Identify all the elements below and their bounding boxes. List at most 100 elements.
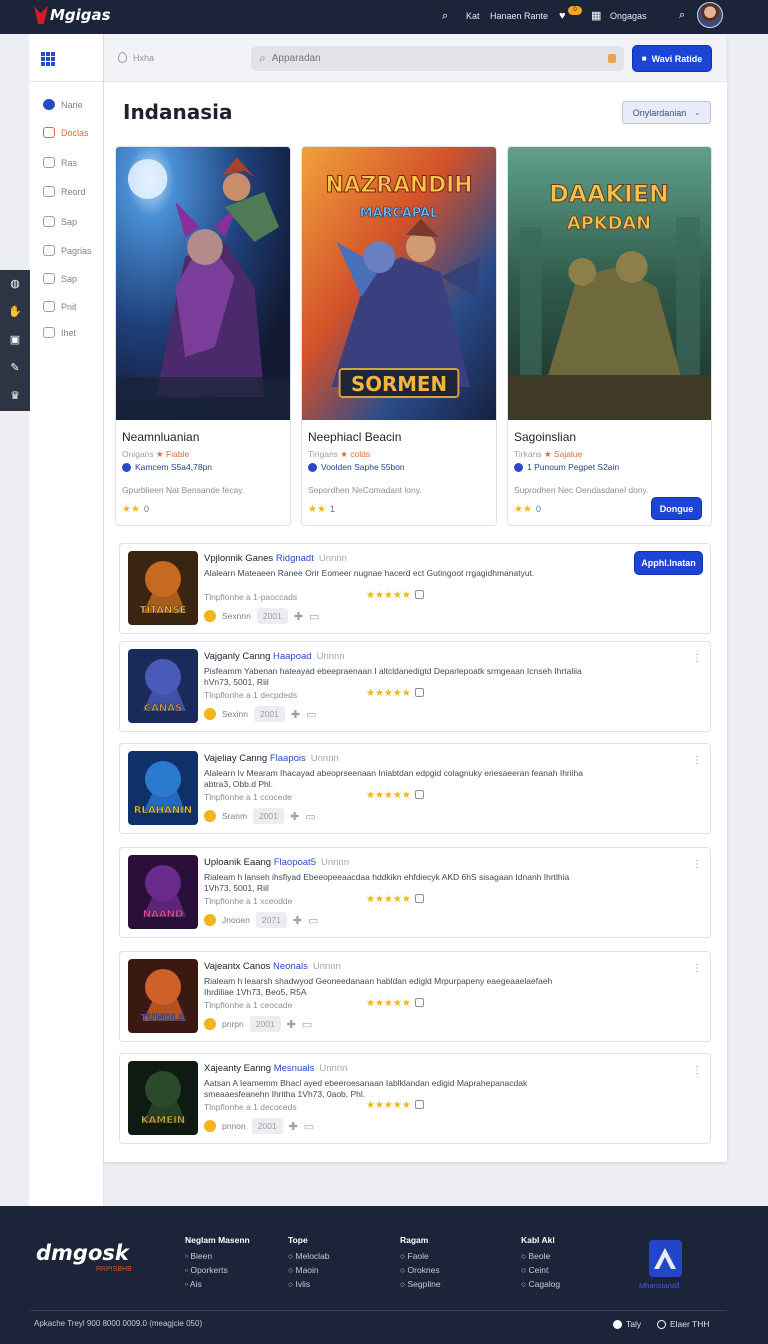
- more-options-icon[interactable]: ⋮: [692, 1065, 702, 1076]
- game-thumbnail: KAMEIN: [128, 1061, 198, 1135]
- search-bar[interactable]: ⌕: [251, 46, 624, 71]
- cta-button[interactable]: ■ Wavi Ratide: [633, 46, 711, 71]
- clock-icon: [43, 273, 55, 284]
- search-icon[interactable]: ⌕: [442, 10, 448, 23]
- card-title: Sagoinslian: [514, 430, 577, 444]
- footer-link[interactable]: ○ Oroknes: [400, 1265, 441, 1275]
- edit-icon[interactable]: ✎: [0, 354, 30, 382]
- row-description: Aatsan A Ieamemm Bhacl ayed ebeeroesanaa…: [204, 1078, 528, 1099]
- game-list-row[interactable]: RLAHANIN Vajeliay Canng Flaapois Unnnn Alal…: [119, 743, 711, 834]
- folder-icon[interactable]: ▭: [305, 810, 315, 823]
- footer-toggle-b[interactable]: Elaer THH: [657, 1319, 710, 1329]
- folder-icon[interactable]: ▭: [304, 1120, 314, 1133]
- folder-icon[interactable]: ▭: [302, 1018, 312, 1031]
- footer-link[interactable]: ○ Beole: [521, 1251, 560, 1261]
- heart-icon[interactable]: ♥: [559, 10, 566, 22]
- app-badge-icon[interactable]: [649, 1240, 682, 1277]
- tag-icon[interactable]: ▣: [0, 326, 30, 354]
- calendar-icon[interactable]: ▦: [591, 9, 601, 22]
- footer-link[interactable]: ▫ Bieen: [185, 1251, 250, 1261]
- row-title: Vajganly Canng Haapoad Unnnn: [204, 651, 345, 662]
- more-options-icon[interactable]: ⋮: [692, 653, 702, 664]
- sidebar-item[interactable]: Ras: [43, 157, 77, 168]
- more-options-icon[interactable]: ⋮: [692, 859, 702, 870]
- game-list-row[interactable]: TITANSE Vpjlonnik Ganes Ridgnadt Unnnn Alal…: [119, 543, 711, 634]
- vendor: Sexinn: [222, 709, 248, 719]
- search-input[interactable]: [271, 53, 592, 64]
- footer-column-heading: Neglam Masenn: [185, 1235, 250, 1245]
- trophy-icon[interactable]: ♛: [0, 382, 30, 410]
- row-action-button[interactable]: Apphl.lnatan: [635, 552, 702, 574]
- sidebar-item[interactable]: Ihet: [43, 327, 76, 338]
- sidebar-item[interactable]: Reord: [43, 186, 86, 197]
- bookmark-icon[interactable]: ✚: [293, 914, 302, 927]
- sort-dropdown[interactable]: Onylardanian ⌄: [622, 101, 711, 124]
- verified-icon: [308, 462, 317, 472]
- game-list-row[interactable]: NAAND Uploanik Eaang Flaopoat5 Unnnn Rialea…: [119, 847, 711, 938]
- footer-link[interactable]: ○ Meloclab: [288, 1251, 330, 1261]
- card-meta: Tirkans ★ Sajalue: [514, 449, 583, 459]
- sidebar-divider: [29, 81, 104, 82]
- footer-link[interactable]: ○ Ceint: [521, 1265, 560, 1275]
- game-list-row[interactable]: CANAS Vajganly Canng Haapoad Unnnn Pisfeamm…: [119, 641, 711, 732]
- folder-icon[interactable]: ▭: [308, 914, 318, 927]
- sidebar-item[interactable]: Narie: [43, 99, 83, 110]
- footer-link[interactable]: ○ Faole: [400, 1251, 441, 1261]
- row-rating: ★★★★★: [366, 998, 424, 1009]
- app-logo[interactable]: Mgigas: [34, 6, 111, 24]
- folder-icon[interactable]: ▭: [306, 708, 316, 721]
- row-rating: ★★★★★: [366, 590, 424, 601]
- sidebar-item[interactable]: Sap: [43, 273, 77, 284]
- profile-label[interactable]: Ongagas: [610, 11, 647, 21]
- bookmark-icon[interactable]: ✚: [287, 1018, 296, 1031]
- bookmark-icon[interactable]: ✚: [289, 1120, 298, 1133]
- gamepad-icon[interactable]: ◍: [0, 270, 30, 298]
- topnav-item[interactable]: Kat: [466, 11, 480, 21]
- featured-card[interactable]: DAAKIEN APKDAN Sagoinslian Tirkans ★ Saj…: [507, 146, 712, 526]
- svg-text:DAAKIEN: DAAKIEN: [549, 180, 669, 208]
- more-options-icon[interactable]: ⋮: [692, 755, 702, 766]
- sidebar-item[interactable]: Doclas: [43, 127, 89, 138]
- topnav-item[interactable]: Hanaen: [490, 11, 522, 21]
- app-badge-label: Mhanstanall: [639, 1281, 680, 1290]
- info-icon: [414, 1100, 424, 1109]
- row-footer: Sexnnn 2001 ✚ ▭: [204, 608, 319, 624]
- row-title: Xajeanty Eanng Mesnuals Unnnn: [204, 1063, 348, 1074]
- card-description: Sepordhen NeComadant lony.: [308, 485, 422, 495]
- verified-icon: [514, 462, 523, 472]
- apps-grid-icon[interactable]: [41, 52, 55, 66]
- folder-icon[interactable]: ▭: [309, 610, 319, 623]
- footer-link[interactable]: ○ Maoin: [288, 1265, 330, 1275]
- more-options-icon[interactable]: ⋮: [692, 963, 702, 974]
- bookmark-icon[interactable]: ✚: [294, 610, 303, 623]
- location-hint[interactable]: Hxha: [118, 52, 154, 63]
- game-list-row[interactable]: KAMEIN Xajeanty Eanng Mesnuals Unnnn Aatsan…: [119, 1053, 711, 1144]
- featured-card[interactable]: NAZRANDIH MARCAPAL SORMEN Neephiacl Beac…: [301, 146, 497, 526]
- card-action-button[interactable]: Dongue: [652, 498, 701, 519]
- sidebar-item[interactable]: Sap: [43, 216, 77, 227]
- footer-link[interactable]: ▫ Oporkerts: [185, 1265, 250, 1275]
- year-tag: 2001: [254, 706, 285, 722]
- footer-toggle-a[interactable]: Taly: [613, 1319, 641, 1329]
- page-title: Indanasia: [123, 100, 233, 124]
- featured-card[interactable]: Neamnluanian Onigans ★ Fiable Kamcem S5a…: [115, 146, 291, 526]
- row-subtitle: Tlnpflonhe a 1-paoccads: [204, 592, 298, 602]
- lock-icon: [608, 54, 616, 63]
- sidebar-item[interactable]: Pagrias: [43, 245, 92, 256]
- game-list-row[interactable]: TUNDLS Vajeantx Canos Neonals Unnnn Rialeam…: [119, 951, 711, 1042]
- footer-link[interactable]: ▫ Ais: [185, 1279, 250, 1289]
- card-rating: ★★ 0: [122, 504, 149, 515]
- search-icon[interactable]: ⌕: [679, 9, 685, 22]
- sidebar-item-label: Sap: [61, 216, 78, 227]
- avatar[interactable]: [697, 2, 723, 28]
- row-rating: ★★★★★: [366, 790, 424, 801]
- hand-icon[interactable]: ✋: [0, 298, 30, 326]
- bookmark-icon[interactable]: ✚: [291, 708, 300, 721]
- footer-link[interactable]: ○ Cagalog: [521, 1279, 560, 1289]
- footer-link[interactable]: ○ Segpline: [400, 1279, 441, 1289]
- bookmark-icon[interactable]: ✚: [290, 810, 299, 823]
- topnav-item[interactable]: Rante: [524, 11, 548, 21]
- sidebar-item[interactable]: Pnit: [43, 301, 77, 312]
- sidebar-item-label: Narie: [61, 99, 83, 110]
- footer-link[interactable]: ○ Ivlis: [288, 1279, 330, 1289]
